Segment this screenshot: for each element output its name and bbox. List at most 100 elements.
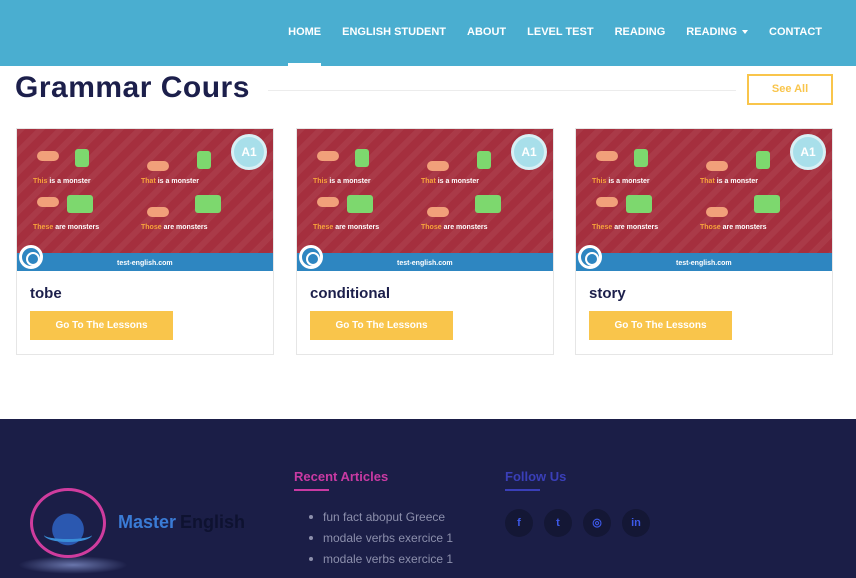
thumbnail-caption: Those are monsters bbox=[421, 224, 488, 231]
pointing-hand-icon bbox=[37, 151, 59, 161]
thumbnail-caption: That is a monster bbox=[700, 178, 758, 185]
thumbnail-url: test-english.com bbox=[117, 260, 173, 267]
thumb-keyword: That bbox=[421, 178, 436, 185]
title-divider bbox=[268, 90, 736, 91]
site-logo-icon bbox=[578, 245, 602, 269]
logo-word-master: Master bbox=[118, 512, 177, 532]
nav-home[interactable]: HOME bbox=[288, 0, 322, 66]
course-thumbnail[interactable]: A1 This is a monster That is a monster T… bbox=[576, 129, 832, 271]
article-link[interactable]: modale verbs exercice 1 bbox=[309, 550, 453, 571]
course-thumbnail[interactable]: A1 This is a monster That is a monster T… bbox=[297, 129, 553, 271]
course-card[interactable]: A1 This is a monster That is a monster T… bbox=[296, 128, 554, 355]
go-to-lessons-button[interactable]: Go To The Lessons bbox=[589, 311, 732, 340]
pointing-hand-icon bbox=[596, 197, 618, 207]
thumb-text: are monsters bbox=[55, 224, 100, 231]
linkedin-icon[interactable]: in bbox=[622, 509, 650, 537]
logo-book-icon bbox=[44, 528, 92, 542]
thumbnail-url: test-english.com bbox=[397, 260, 453, 267]
monsters-icon bbox=[626, 195, 652, 213]
thumb-keyword: Those bbox=[700, 224, 721, 231]
nav-menu: HOME ENGLISH STUDENT ABOUT LEVEL TEST RE… bbox=[267, 0, 822, 66]
level-badge: A1 bbox=[511, 134, 547, 170]
top-navbar: HOME ENGLISH STUDENT ABOUT LEVEL TEST RE… bbox=[0, 0, 856, 66]
nav-reading-dropdown-label: READING bbox=[686, 26, 738, 38]
thumbnail-caption: These are monsters bbox=[33, 224, 99, 231]
course-thumbnail[interactable]: A1 This is a monster That is a monster T… bbox=[17, 129, 273, 271]
follow-us-heading: Follow Us bbox=[505, 469, 567, 484]
thumb-text: is a monster bbox=[716, 178, 758, 185]
thumbnail-caption: These are monsters bbox=[313, 224, 379, 231]
nav-level-test[interactable]: LEVEL TEST bbox=[527, 0, 593, 66]
nav-reading[interactable]: READING bbox=[615, 0, 666, 66]
monsters-icon bbox=[347, 195, 373, 213]
article-link[interactable]: fun fact aboput Greece bbox=[309, 508, 453, 529]
thumbnail-caption: This is a monster bbox=[592, 178, 650, 185]
recent-articles-list: fun fact aboput Greece modale verbs exer… bbox=[309, 508, 453, 571]
pointing-hand-icon bbox=[37, 197, 59, 207]
logo-text[interactable]: Master English bbox=[118, 512, 245, 533]
thumbnail-caption: This is a monster bbox=[313, 178, 371, 185]
course-title[interactable]: tobe bbox=[30, 285, 62, 302]
thumb-keyword: These bbox=[33, 224, 54, 231]
thumb-keyword: These bbox=[592, 224, 613, 231]
course-card[interactable]: A1 This is a monster That is a monster T… bbox=[16, 128, 274, 355]
thumbnail-caption: Those are monsters bbox=[700, 224, 767, 231]
thumb-keyword: This bbox=[33, 178, 48, 185]
thumbnail-caption: Those are monsters bbox=[141, 224, 208, 231]
pointing-hand-icon bbox=[427, 207, 449, 217]
pointing-hand-icon bbox=[706, 207, 728, 217]
thumb-text: is a monster bbox=[157, 178, 199, 185]
thumbnail-caption: That is a monster bbox=[141, 178, 199, 185]
logo-word-english: English bbox=[180, 512, 246, 532]
thumb-keyword: These bbox=[313, 224, 334, 231]
section-title: Grammar Cours bbox=[15, 71, 250, 104]
thumb-text: is a monster bbox=[329, 178, 371, 185]
thumb-keyword: This bbox=[592, 178, 607, 185]
pointing-hand-icon bbox=[317, 151, 339, 161]
thumb-text: are monsters bbox=[163, 224, 208, 231]
article-link[interactable]: modale verbs exercice 1 bbox=[309, 529, 453, 550]
pointing-hand-icon bbox=[147, 207, 169, 217]
nav-contact[interactable]: CONTACT bbox=[769, 0, 822, 66]
facebook-icon[interactable]: f bbox=[505, 509, 533, 537]
nav-reading-dropdown[interactable]: READING bbox=[686, 0, 749, 66]
pointing-hand-icon bbox=[706, 161, 728, 171]
monsters-icon bbox=[195, 195, 221, 213]
recent-articles-heading: Recent Articles bbox=[294, 469, 389, 484]
thumbnail-caption: That is a monster bbox=[421, 178, 479, 185]
caret-down-icon bbox=[742, 30, 749, 35]
thumb-text: are monsters bbox=[443, 224, 488, 231]
thumb-text: is a monster bbox=[49, 178, 91, 185]
go-to-lessons-button[interactable]: Go To The Lessons bbox=[30, 311, 173, 340]
logo-glow bbox=[18, 556, 128, 574]
instagram-icon[interactable]: ◎ bbox=[583, 509, 611, 537]
pointing-hand-icon bbox=[147, 161, 169, 171]
thumb-text: are monsters bbox=[335, 224, 380, 231]
pointing-hand-icon bbox=[427, 161, 449, 171]
pointing-hand-icon bbox=[317, 197, 339, 207]
see-all-button[interactable]: See All bbox=[747, 74, 833, 105]
level-badge: A1 bbox=[790, 134, 826, 170]
monster-icon bbox=[75, 149, 89, 167]
course-title[interactable]: conditional bbox=[310, 285, 390, 302]
master-english-logo-icon[interactable] bbox=[30, 488, 106, 558]
go-to-lessons-button[interactable]: Go To The Lessons bbox=[310, 311, 453, 340]
monsters-icon bbox=[475, 195, 501, 213]
thumb-text: are monsters bbox=[614, 224, 659, 231]
thumb-keyword: Those bbox=[141, 224, 162, 231]
follow-us-underline bbox=[505, 489, 540, 491]
thumb-text: are monsters bbox=[722, 224, 767, 231]
nav-english-student[interactable]: ENGLISH STUDENT bbox=[342, 0, 446, 66]
thumb-keyword: Those bbox=[421, 224, 442, 231]
nav-about[interactable]: ABOUT bbox=[467, 0, 506, 66]
monster-icon bbox=[197, 151, 211, 169]
thumb-text: is a monster bbox=[437, 178, 479, 185]
thumbnail-caption: This is a monster bbox=[33, 178, 91, 185]
course-card[interactable]: A1 This is a monster That is a monster T… bbox=[575, 128, 833, 355]
site-logo-icon bbox=[19, 245, 43, 269]
thumb-text: is a monster bbox=[608, 178, 650, 185]
course-title[interactable]: story bbox=[589, 285, 626, 302]
monster-icon bbox=[477, 151, 491, 169]
twitter-icon[interactable]: t bbox=[544, 509, 572, 537]
monster-icon bbox=[756, 151, 770, 169]
